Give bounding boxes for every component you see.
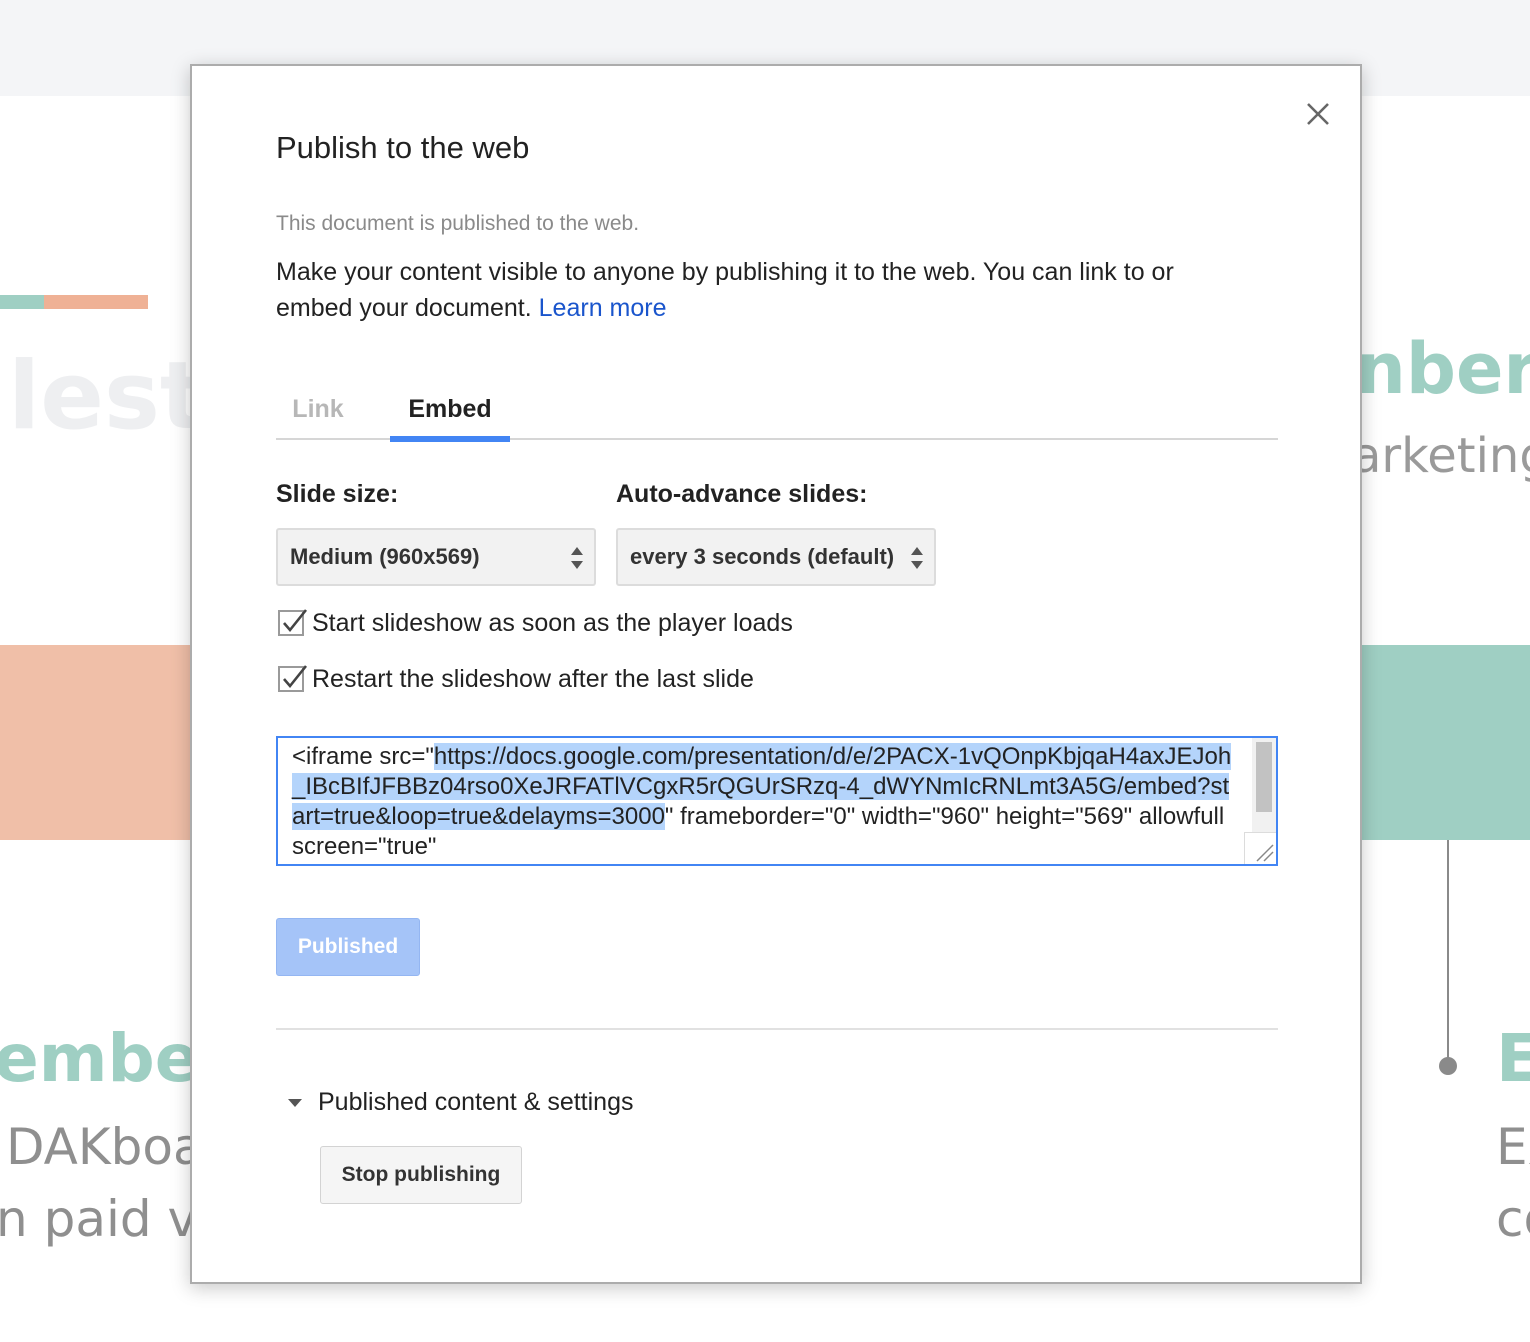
scrollbar-thumb[interactable]: [1256, 742, 1272, 812]
background-text: DAKboa: [6, 1118, 204, 1176]
embed-code-text: <iframe src="https://docs.google.com/pre…: [292, 742, 1232, 862]
slide-size-select[interactable]: Medium (960x569): [276, 528, 596, 586]
background-text: co: [1496, 1190, 1530, 1248]
embed-code-prefix: <iframe src=": [292, 743, 434, 770]
section-divider: [276, 1028, 1278, 1030]
caret-down-icon: [288, 1099, 302, 1107]
background-block-salmon: [0, 645, 200, 840]
up-down-arrows-icon: [571, 547, 583, 569]
dialog-description: Make your content visible to anyone by p…: [276, 254, 1256, 326]
close-button[interactable]: [1298, 94, 1338, 134]
resize-grip-icon: [1256, 844, 1274, 862]
embed-code-scrollbar[interactable]: [1252, 738, 1276, 834]
background-text: nber 2: [1356, 328, 1530, 410]
description-text: Make your content visible to anyone by p…: [276, 258, 1174, 322]
publish-tabs: Link Embed: [276, 382, 1278, 442]
slide-size-value: Medium (960x569): [290, 544, 480, 569]
slide-size-label: Slide size:: [276, 480, 399, 508]
background-block-teal: [1350, 645, 1530, 840]
up-down-arrows-icon: [911, 547, 923, 569]
active-tab-indicator: [390, 436, 510, 442]
auto-advance-value: every 3 seconds (default): [630, 544, 895, 569]
tab-link[interactable]: Link: [276, 382, 360, 440]
published-content-label: Published content & settings: [318, 1088, 634, 1116]
tab-embed[interactable]: Embed: [390, 382, 510, 440]
background-text: Ex: [1496, 1118, 1530, 1176]
publish-dialog: Publish to the web This document is publ…: [190, 64, 1362, 1284]
background-text: arketing: [1352, 428, 1530, 484]
background-text: E: [1496, 1020, 1530, 1097]
learn-more-link[interactable]: Learn more: [539, 294, 667, 322]
background-timeline-line: [1447, 840, 1449, 1066]
stop-publishing-button[interactable]: Stop publishing: [320, 1146, 522, 1204]
background-stripe-teal: [0, 295, 44, 309]
resize-handle[interactable]: [1244, 832, 1276, 864]
restart-slideshow-label: Restart the slideshow after the last sli…: [312, 665, 754, 693]
background-stripe-salmon: [44, 295, 148, 309]
background-timeline-dot: [1439, 1057, 1457, 1075]
auto-advance-label: Auto-advance slides:: [616, 480, 868, 508]
auto-advance-select[interactable]: every 3 seconds (default): [616, 528, 936, 586]
restart-slideshow-checkbox[interactable]: [278, 665, 308, 692]
checkmark-icon: [283, 665, 308, 689]
start-slideshow-checkbox[interactable]: [278, 609, 308, 636]
dialog-title: Publish to the web: [276, 130, 530, 165]
checkmark-icon: [283, 609, 308, 633]
publish-status-text: This document is published to the web.: [276, 212, 640, 235]
published-button: Published: [276, 918, 420, 976]
embed-code-textarea[interactable]: <iframe src="https://docs.google.com/pre…: [276, 736, 1278, 866]
close-icon: [1307, 103, 1329, 125]
start-slideshow-label: Start slideshow as soon as the player lo…: [312, 609, 793, 637]
